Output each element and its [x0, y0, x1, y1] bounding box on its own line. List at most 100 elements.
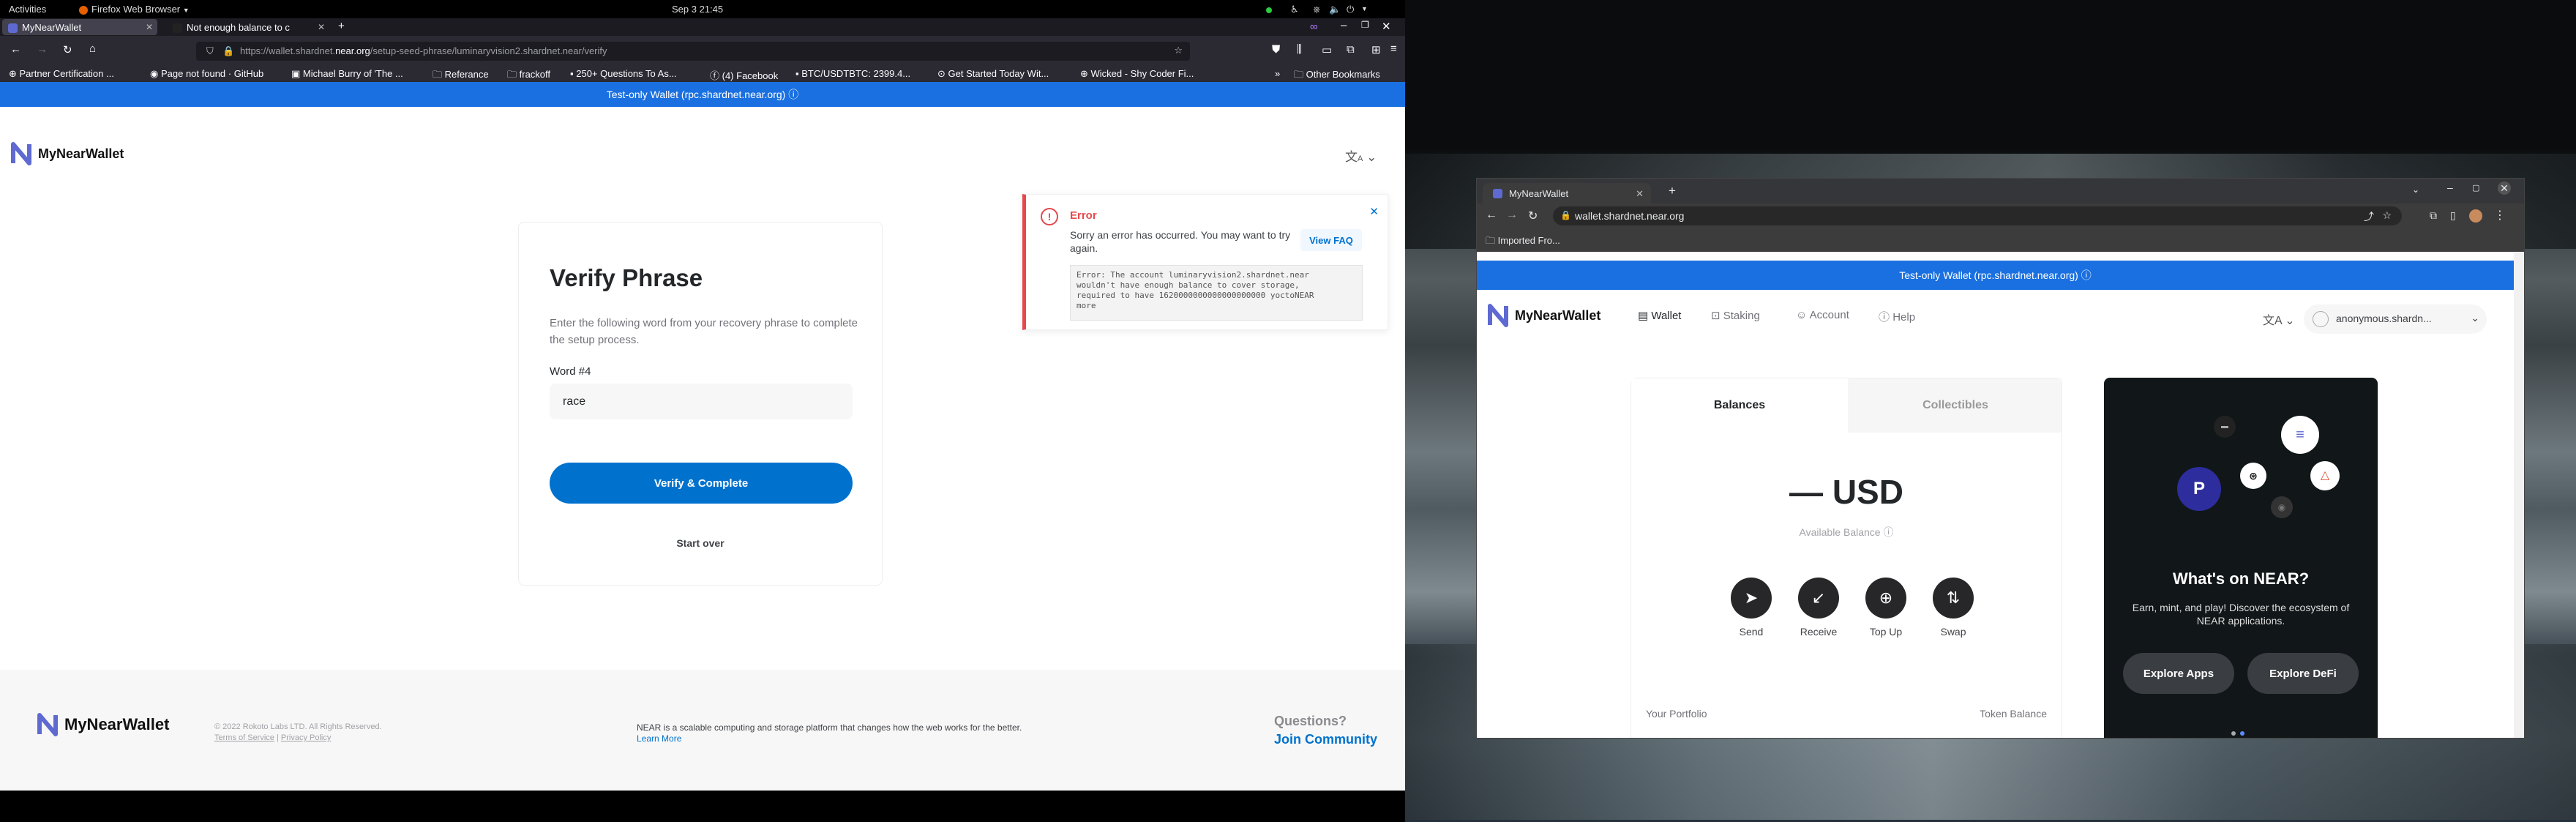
power-icon[interactable]: ⏻ [1347, 4, 1354, 15]
extension-icon[interactable]: ∞ [1310, 20, 1318, 33]
nav-staking[interactable]: ⊡ Staking [1711, 309, 1760, 322]
brand-logo[interactable]: MyNearWallet [10, 141, 124, 166]
bookmark-star-icon[interactable]: ☆ [2382, 209, 2392, 222]
chrome-window: MyNearWallet ✕ + ⌄ – ▢ ✕ ← → ↻ 🔒 wallet.sh… [1476, 178, 2525, 739]
share-icon[interactable]: ⤴ [2364, 209, 2374, 224]
topup-action[interactable]: ⊕ Top Up [1860, 578, 1912, 638]
back-icon[interactable]: ← [1486, 209, 1497, 222]
info-icon[interactable]: ⓘ [788, 89, 798, 100]
bookmark-item[interactable]: ⊙ Get Started Today Wit... [937, 68, 1049, 80]
forward-icon[interactable]: → [1506, 209, 1518, 222]
bookmark-item[interactable]: ▪ 250+ Questions To As... [570, 68, 677, 79]
bookmark-item[interactable]: ◉ Page not found · GitHub [150, 68, 263, 80]
staking-icon: ⊡ [1711, 310, 1721, 322]
tab-mynearwallet[interactable]: MyNearWallet ✕ [2, 19, 157, 35]
screenshot-icon[interactable]: ⧉ [1347, 43, 1355, 56]
tab-not-enough-balance[interactable]: Not enough balance to c ✕ [167, 19, 329, 35]
swap-action[interactable]: ⇅ Swap [1928, 578, 1979, 638]
privacy-link[interactable]: Privacy Policy [281, 733, 331, 742]
learn-more-link[interactable]: Learn More [637, 733, 681, 744]
close-icon[interactable]: ✕ [146, 22, 153, 32]
chrome-url-bar[interactable]: 🔒 wallet.shardnet.near.org ⤴ ☆ [1553, 206, 2402, 225]
verify-complete-button[interactable]: Verify & Complete [550, 463, 853, 504]
tab-title: Not enough balance to c [187, 22, 290, 33]
menu-icon[interactable]: ≡ [1390, 42, 1397, 55]
language-selector[interactable]: 文A ⌄ [2263, 310, 2295, 328]
reload-icon[interactable]: ↻ [63, 43, 72, 56]
profile-avatar[interactable] [2469, 209, 2482, 223]
available-balance-label: Available Balance ⓘ [1799, 526, 1894, 538]
scrollbar[interactable] [2514, 252, 2524, 738]
nav-help[interactable]: ⓘ Help [1879, 309, 1915, 324]
close-icon[interactable]: ✕ [318, 22, 325, 32]
chevron-down-icon: ⌄ [1366, 150, 1377, 164]
bookmark-item[interactable]: ⊕ Partner Certification ... [9, 68, 114, 80]
bookmark-item[interactable]: ⊕ Wicked - Shy Coder Fi... [1080, 68, 1194, 80]
extensions-icon[interactable]: ⧉ [2430, 209, 2437, 222]
app-menu[interactable]: Firefox Web Browser ▼ [79, 4, 190, 15]
reload-icon[interactable]: ↻ [1528, 209, 1538, 223]
start-over-link[interactable]: Start over [519, 537, 882, 549]
brand-logo[interactable]: MyNearWallet [1487, 303, 1600, 328]
bookmark-item[interactable]: ▪ BTC/USDTBTC: 2399.4... [795, 68, 910, 79]
nav-account[interactable]: ☺ Account [1796, 309, 1849, 321]
tab-search-icon[interactable]: ⌄ [2412, 184, 2419, 195]
carousel-dot[interactable] [2231, 731, 2236, 736]
info-icon[interactable]: ⓘ [1883, 526, 1893, 538]
accessibility-icon[interactable]: ♿ [1290, 4, 1299, 15]
pocket-icon[interactable]: ⛊ [1272, 43, 1280, 56]
home-icon[interactable]: ⌂ [89, 42, 96, 55]
close-icon[interactable]: ✕ [1636, 188, 1644, 200]
chrome-navbar: ← → ↻ 🔒 wallet.shardnet.near.org ⤴ ☆ ⧉ ▯ ⋮ [1477, 203, 2524, 228]
view-faq-button[interactable]: View FAQ [1300, 229, 1362, 251]
firefox-navbar: ← → ↻ ⌂ ⛉ 🔒 https://wallet.shardnet.near… [0, 36, 1405, 67]
extensions-icon[interactable]: ⊞ [1371, 43, 1381, 56]
tab-balances[interactable]: Balances [1631, 378, 1848, 433]
language-selector[interactable]: 文A ⌄ [1345, 146, 1377, 165]
activities-button[interactable]: Activities [9, 4, 46, 15]
receive-action[interactable]: ↙ Receive [1793, 578, 1844, 638]
menu-icon[interactable]: ⋮ [2494, 208, 2506, 223]
tab-collectibles[interactable]: Collectibles [1848, 378, 2063, 433]
lock-icon[interactable]: 🔒 [1560, 210, 1571, 220]
close-icon[interactable]: ✕ [1369, 205, 1379, 218]
bookmark-folder[interactable]: 🗀 Imported Fro... [1486, 234, 1560, 250]
volume-icon[interactable]: 🔈 [1329, 4, 1341, 15]
close-window-icon[interactable]: ✕ [2498, 182, 2511, 195]
back-icon[interactable]: ← [10, 43, 21, 56]
new-tab-icon[interactable]: + [338, 20, 345, 32]
shield-icon[interactable]: ⛉ [206, 45, 214, 57]
maximize-icon[interactable]: ▢ [2472, 183, 2479, 193]
nav-wallet[interactable]: ▤ Wallet [1638, 309, 1681, 322]
word-input[interactable] [550, 384, 853, 419]
maximize-icon[interactable]: ❐ [1361, 20, 1369, 30]
url-bar[interactable]: ⛉ 🔒 https://wallet.shardnet.near.org/set… [196, 42, 1190, 61]
library-icon[interactable]: ⫼ [1297, 43, 1302, 56]
send-action[interactable]: ➤ Send [1726, 578, 1777, 638]
explore-apps-button[interactable]: Explore Apps [2123, 653, 2234, 694]
forward-icon[interactable]: → [37, 43, 48, 56]
chrome-tab-mynearwallet[interactable]: MyNearWallet ✕ [1483, 183, 1651, 203]
join-community-link[interactable]: Join Community [1274, 732, 1377, 747]
carousel-dots [2231, 726, 2250, 736]
carousel-dot[interactable] [2240, 731, 2244, 736]
bookmark-star-icon[interactable]: ☆ [1174, 45, 1183, 56]
bookmark-item[interactable]: ⓕ (4) Facebook [710, 68, 778, 82]
lock-icon[interactable]: 🔒 [222, 45, 234, 57]
sidebar-icon[interactable]: ▭ [1322, 43, 1332, 56]
new-tab-icon[interactable]: + [1669, 184, 1676, 198]
minimize-icon[interactable]: – [2447, 182, 2453, 193]
close-window-icon[interactable]: ✕ [1382, 20, 1391, 33]
explore-defi-button[interactable]: Explore DeFi [2247, 653, 2359, 694]
terms-link[interactable]: Terms of Service [214, 733, 274, 742]
footer-logo[interactable]: MyNearWallet [37, 712, 169, 737]
account-selector[interactable]: anonymous.shardn... ⌄ [2304, 304, 2487, 334]
info-icon[interactable]: ⓘ [2081, 269, 2092, 281]
minimize-icon[interactable]: – [1341, 19, 1347, 31]
clock[interactable]: Sep 3 21:45 [672, 4, 723, 15]
bookmark-item[interactable]: ▣ Michael Burry of 'The ... [291, 68, 403, 80]
network-icon[interactable]: ⎈ [1313, 4, 1320, 15]
sidebar-icon[interactable]: ▯ [2450, 209, 2456, 222]
chevron-double-right-icon[interactable]: » [1275, 68, 1280, 79]
gnome-top-bar: Activities Firefox Web Browser ▼ Sep 3 2… [0, 0, 1405, 18]
